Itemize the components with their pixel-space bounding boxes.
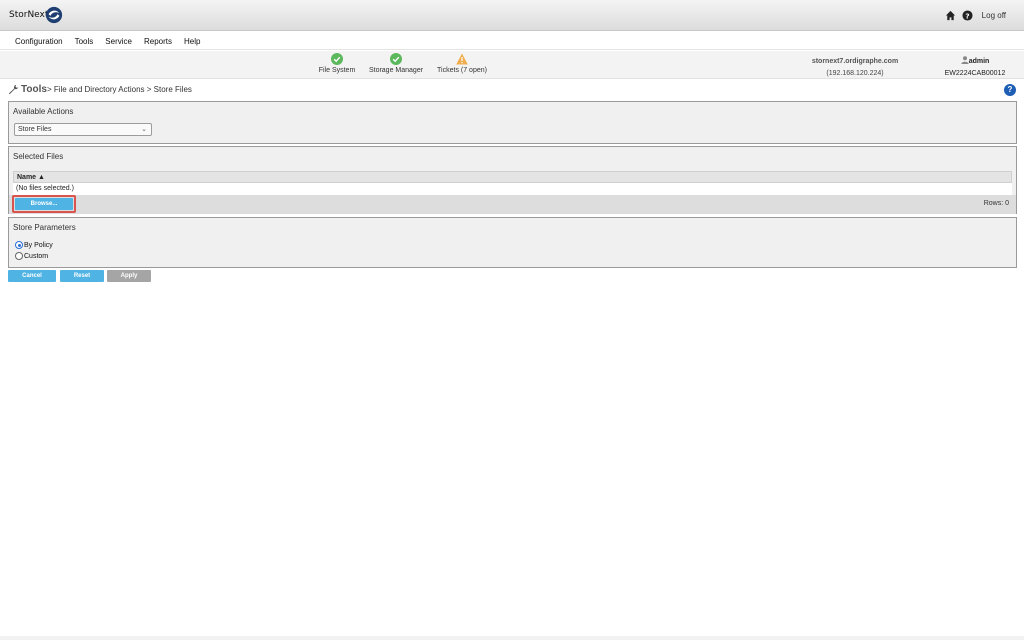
radio-by-policy-label: By Policy	[24, 241, 53, 249]
radio-custom[interactable]: Custom	[15, 252, 48, 260]
selected-files-panel: Selected Files Name ▲ (No files selected…	[8, 146, 1017, 214]
user-icon	[960, 56, 969, 64]
page-help-icon[interactable]: ?	[1004, 84, 1016, 96]
check-circle-icon	[390, 53, 402, 65]
chevron-down-icon: ⌄	[141, 126, 147, 133]
available-actions-title: Available Actions	[13, 107, 74, 116]
browse-button[interactable]: Browse...	[15, 198, 73, 210]
name-column-header[interactable]: Name ▲	[13, 171, 1012, 183]
breadcrumb-tools[interactable]: Tools	[21, 84, 47, 95]
available-actions-panel: Available Actions Store Files ⌄	[8, 101, 1017, 144]
radio-custom-label: Custom	[24, 252, 49, 260]
svg-text:?: ?	[965, 11, 969, 20]
wrench-icon	[8, 84, 19, 95]
table-footer: Browse... Rows: 0	[9, 195, 1016, 214]
status-file-system-label: File System	[318, 67, 356, 74]
status-storage-manager-label: Storage Manager	[368, 67, 424, 74]
host-ip: (192.168.120.224)	[826, 70, 884, 77]
logoff-link[interactable]: Log off	[982, 11, 1006, 20]
radio-button-checked[interactable]	[15, 241, 23, 249]
menu-tools[interactable]: Tools	[75, 37, 94, 46]
warning-triangle-icon	[456, 53, 468, 65]
radio-button[interactable]	[15, 252, 23, 260]
breadcrumb-path: > File and Directory Actions > Store Fil…	[46, 85, 192, 94]
reset-button[interactable]: Reset	[60, 270, 104, 282]
status-file-system[interactable]: File System	[312, 53, 362, 74]
user-info[interactable]: admin EW2224CAB00012	[935, 56, 1015, 80]
menu-bar: Configuration Tools Service Reports Help	[0, 32, 1024, 50]
empty-table-message: (No files selected.)	[13, 183, 1012, 195]
host-name: stornext7.ordigraphe.com	[811, 58, 899, 65]
action-select-value: Store Files	[18, 126, 52, 133]
help-circle-icon[interactable]: ?	[962, 10, 973, 21]
user-name: admin	[935, 56, 1015, 68]
stornext-logo-icon	[45, 6, 63, 24]
rows-count: Rows: 0	[983, 200, 1009, 207]
breadcrumb: Tools > File and Directory Actions > Sto…	[8, 84, 192, 95]
top-bar: StorNext ? Log off	[0, 0, 1024, 31]
menu-help[interactable]: Help	[184, 37, 200, 46]
user-serial: EW2224CAB00012	[944, 70, 1006, 77]
bottom-strip	[0, 636, 1024, 640]
cancel-button[interactable]: Cancel	[8, 270, 56, 282]
status-tickets-label: Tickets (7 open)	[437, 67, 487, 74]
user-name-text: admin	[968, 58, 990, 65]
menu-configuration[interactable]: Configuration	[15, 37, 63, 46]
status-tickets[interactable]: Tickets (7 open)	[430, 53, 494, 74]
store-parameters-panel: Store Parameters By Policy Custom	[8, 217, 1017, 268]
check-circle-icon	[331, 53, 343, 65]
home-icon[interactable]	[945, 10, 956, 21]
radio-by-policy[interactable]: By Policy	[15, 241, 53, 249]
status-bar: File System Storage Manager Tickets (7 o…	[0, 51, 1024, 79]
menu-reports[interactable]: Reports	[144, 37, 172, 46]
menu-service[interactable]: Service	[105, 37, 132, 46]
app-logo-text: StorNext	[9, 10, 49, 20]
status-storage-manager[interactable]: Storage Manager	[363, 53, 429, 74]
action-select[interactable]: Store Files ⌄	[14, 123, 152, 136]
store-parameters-title: Store Parameters	[13, 223, 76, 232]
host-info: stornext7.ordigraphe.com (192.168.120.22…	[800, 56, 910, 80]
selected-files-title: Selected Files	[13, 152, 64, 161]
apply-button[interactable]: Apply	[107, 270, 151, 282]
